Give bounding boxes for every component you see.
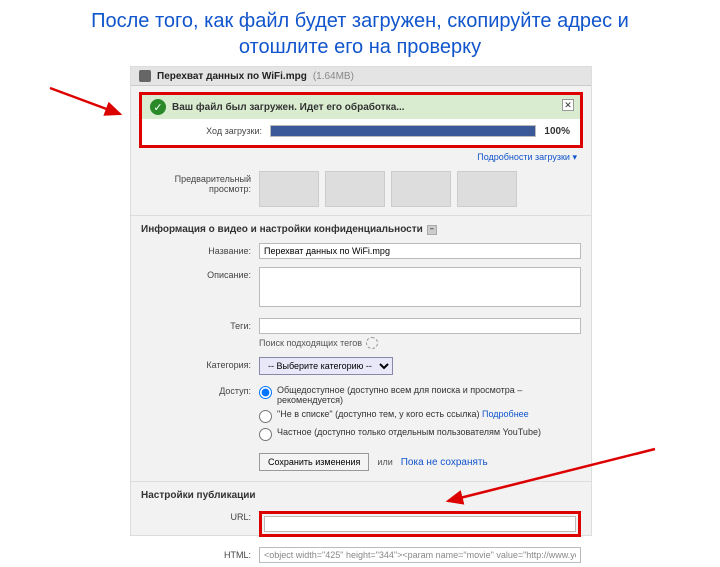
arrow-bottom: [440, 445, 660, 515]
progress-bar: [270, 125, 536, 137]
access-private-text: Частное (доступно только отдельным польз…: [277, 427, 541, 437]
slide-title: После того, как файл будет загружен, ско…: [0, 0, 720, 64]
preview-label: Предварительный просмотр:: [141, 171, 251, 194]
category-label: Категория:: [141, 357, 251, 370]
access-label: Доступ:: [141, 383, 251, 396]
progress-label: Ход загрузки:: [152, 126, 262, 136]
disclosure-icon[interactable]: –: [427, 225, 437, 235]
close-icon[interactable]: ✕: [562, 99, 574, 111]
tags-input[interactable]: [259, 318, 581, 334]
desc-label: Описание:: [141, 267, 251, 280]
access-unlisted-text: "Не в списке" (доступно тем, у кого есть…: [277, 409, 529, 419]
thumbnail[interactable]: [259, 171, 319, 207]
html-embed-input[interactable]: [259, 547, 581, 563]
thumbnail-strip: [259, 171, 581, 207]
file-icon: [139, 70, 151, 82]
upload-status-text: Ваш файл был загружен. Идет его обработк…: [172, 102, 405, 113]
chevron-down-icon: ▾: [572, 152, 577, 162]
desc-input[interactable]: [259, 267, 581, 307]
tags-label: Теги:: [141, 318, 251, 331]
upload-status-bar: ✓ Ваш файл был загружен. Идет его обрабо…: [142, 95, 580, 119]
arrow-top: [48, 84, 128, 124]
progress-row: Ход загрузки: 100%: [142, 119, 580, 145]
tag-search-row[interactable]: Поиск подходящих тегов: [259, 334, 581, 349]
html-label: HTML:: [141, 547, 251, 560]
access-public-radio[interactable]: [259, 386, 272, 399]
access-public-text: Общедоступное (доступно всем для поиска …: [277, 385, 581, 405]
file-name: Перехват данных по WiFi.mpg: [157, 71, 307, 82]
url-input[interactable]: [264, 516, 576, 532]
url-label: URL:: [141, 509, 251, 522]
file-size: (1.64MB): [313, 71, 354, 82]
upload-details-row: Подробности загрузки ▾: [131, 148, 591, 167]
thumbnail[interactable]: [457, 171, 517, 207]
access-unlisted-radio[interactable]: [259, 410, 272, 423]
progress-percent: 100%: [544, 126, 570, 137]
save-button[interactable]: Сохранить изменения: [259, 453, 369, 471]
upload-highlight-box: ✓ Ваш файл был загружен. Идет его обрабо…: [139, 92, 583, 148]
refresh-icon: [366, 337, 378, 349]
or-text: или: [377, 457, 392, 467]
progress-fill: [271, 126, 535, 136]
thumbnail[interactable]: [325, 171, 385, 207]
upload-details-link[interactable]: Подробности загрузки ▾: [477, 152, 577, 162]
file-header: Перехват данных по WiFi.mpg (1.64MB): [131, 67, 591, 86]
preview-row: Предварительный просмотр:: [131, 167, 591, 211]
section-info-title: Информация о видео и настройки конфиденц…: [131, 215, 591, 239]
title-input[interactable]: [259, 243, 581, 259]
check-icon: ✓: [150, 99, 166, 115]
thumbnail[interactable]: [391, 171, 451, 207]
more-link[interactable]: Подробнее: [482, 409, 529, 419]
access-private-radio[interactable]: [259, 428, 272, 441]
category-select[interactable]: -- Выберите категорию --: [259, 357, 393, 375]
title-label: Название:: [141, 243, 251, 256]
